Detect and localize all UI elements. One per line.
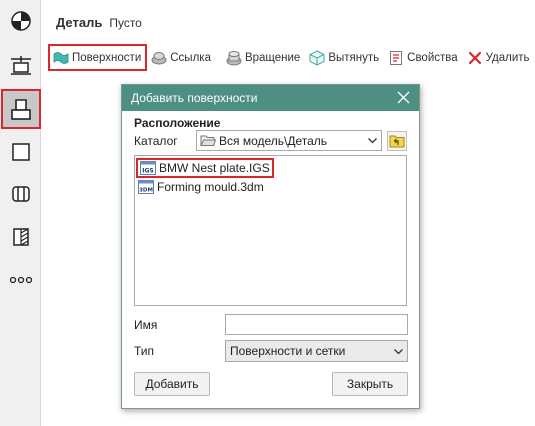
up-folder-button[interactable] [387, 131, 407, 151]
extrude-label: Вытянуть [328, 51, 380, 64]
catalog-value: Вся модель\Деталь [219, 133, 328, 148]
type-value: Поверхности и сетки [230, 344, 346, 358]
delete-button[interactable]: Удалить [463, 44, 535, 71]
link-label: Ссылка [170, 51, 211, 64]
square-tool-button[interactable] [3, 134, 39, 170]
type-label: Тип [134, 344, 155, 358]
more-icon [9, 276, 33, 284]
add-button[interactable]: Добавить [134, 372, 210, 396]
hatch-tool-button[interactable] [3, 219, 39, 255]
file-item-3dm[interactable]: 3DM Forming mould.3dm [138, 179, 264, 195]
top-toolbar: Поверхности Ссылка Вращение Вытянуть Сво… [48, 44, 535, 71]
shell-icon [12, 186, 30, 202]
igs-file-badge: IGS [142, 168, 153, 175]
catalog-select[interactable]: Вся модель\Деталь [196, 130, 382, 151]
3dm-file-icon: 3DM [138, 180, 154, 194]
extrude-button[interactable]: Вытянуть [305, 44, 384, 71]
dialog-title: Добавить поверхности [131, 91, 258, 105]
extrude-icon [11, 56, 31, 75]
file-name: Forming mould.3dm [157, 180, 264, 194]
ball-tool-button[interactable] [3, 3, 39, 39]
surfaces-button[interactable]: Поверхности [48, 44, 148, 71]
ball-icon [11, 11, 31, 31]
square-icon [12, 143, 30, 161]
surface-tool-button[interactable] [1, 89, 41, 129]
panel-subtitle: Пусто [109, 16, 142, 30]
surfaces-icon [53, 50, 69, 66]
file-item-igs[interactable]: IGS BMW Nest plate.IGS [136, 158, 274, 178]
shell-tool-button[interactable] [3, 176, 39, 212]
file-list[interactable]: IGS BMW Nest plate.IGS 3DM Forming mould… [134, 155, 407, 306]
folder-up-icon [389, 135, 405, 148]
file-name: BMW Nest plate.IGS [159, 161, 270, 175]
delete-x-icon [467, 50, 483, 66]
panel-header: Деталь Пусто [56, 15, 142, 33]
add-surfaces-dialog: Добавить поверхности Расположение Катало… [121, 84, 420, 409]
extrude-tool-button[interactable] [3, 47, 39, 83]
location-section-label: Расположение [134, 116, 221, 130]
chevron-down-icon [368, 138, 377, 144]
igs-file-icon: IGS [140, 161, 156, 175]
name-label: Имя [134, 318, 158, 332]
name-input[interactable] [225, 314, 408, 335]
close-icon[interactable] [397, 91, 410, 104]
surface-tool-icon [11, 99, 31, 120]
type-select[interactable]: Поверхности и сетки [225, 340, 408, 362]
more-tools-button[interactable] [3, 262, 39, 298]
rotate-button[interactable]: Вращение [222, 44, 305, 71]
rotate-icon [226, 50, 242, 66]
extrude-cube-icon [309, 49, 325, 66]
catalog-label: Каталог [134, 134, 178, 148]
dialog-titlebar: Добавить поверхности [122, 85, 419, 111]
chevron-down-icon [394, 349, 403, 355]
close-button[interactable]: Закрыть [332, 372, 408, 396]
hatch-icon [13, 228, 29, 246]
delete-label: Удалить [485, 51, 530, 64]
properties-icon [388, 50, 404, 66]
left-toolbar [0, 0, 41, 426]
3dm-file-badge: 3DM [139, 188, 153, 194]
link-icon [151, 50, 167, 66]
folder-open-icon [200, 135, 216, 146]
panel-title: Деталь [56, 15, 103, 30]
properties-label: Свойства [407, 51, 458, 64]
surfaces-label: Поверхности [72, 51, 142, 64]
rotate-label: Вращение [244, 51, 301, 64]
app-window: Деталь Пусто Поверхности Ссылка Вращение [0, 0, 535, 426]
properties-button[interactable]: Свойства [384, 44, 463, 71]
link-button[interactable]: Ссылка [147, 44, 216, 71]
